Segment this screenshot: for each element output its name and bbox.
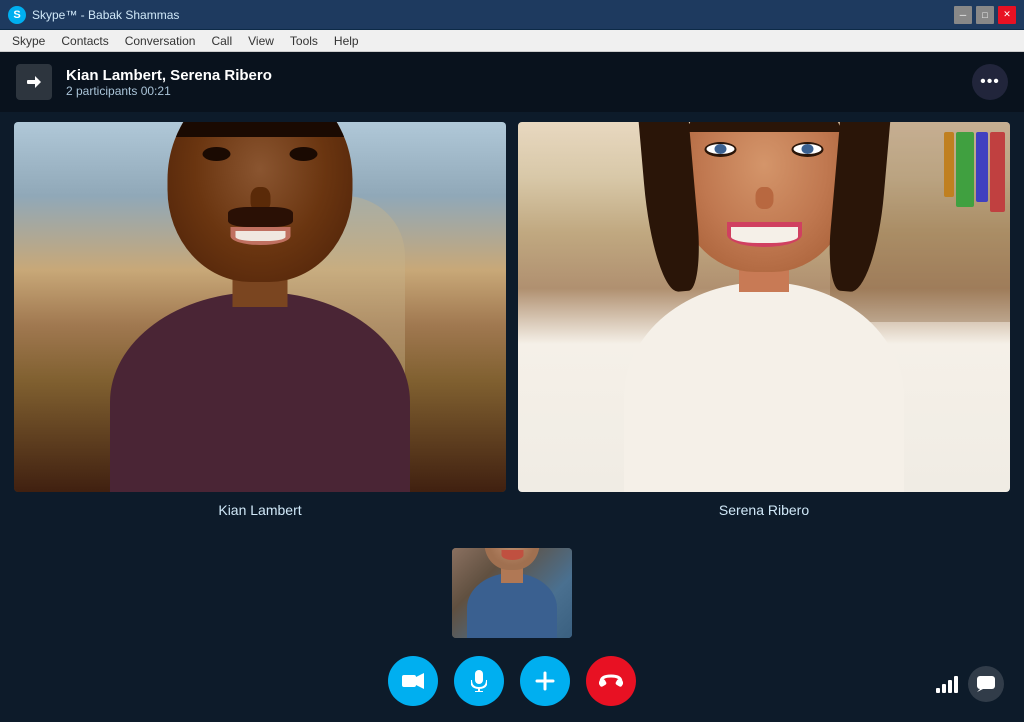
close-button[interactable]: ✕ — [998, 6, 1016, 24]
video-cell-serena: Serena Ribero — [518, 122, 1010, 518]
menu-view[interactable]: View — [240, 32, 282, 50]
video-label-kian: Kian Lambert — [218, 502, 301, 518]
call-container: Kian Lambert, Serena Ribero 2 participan… — [0, 52, 1024, 722]
chat-button[interactable] — [968, 666, 1004, 702]
window-title: Skype™ - Babak Shammas — [32, 8, 179, 22]
exit-button[interactable] — [16, 64, 52, 100]
menu-bar: Skype Contacts Conversation Call View To… — [0, 30, 1024, 52]
more-options-button[interactable]: ••• — [972, 64, 1008, 100]
menu-help[interactable]: Help — [326, 32, 367, 50]
maximize-button[interactable]: □ — [976, 6, 994, 24]
add-icon — [535, 671, 555, 691]
chat-icon — [977, 676, 995, 692]
menu-contacts[interactable]: Contacts — [53, 32, 116, 50]
exit-icon — [25, 73, 43, 91]
title-bar-left: S Skype™ - Babak Shammas — [8, 6, 179, 24]
window-controls: ─ □ ✕ — [954, 6, 1016, 24]
self-view-thumbnail — [452, 548, 572, 638]
signal-bar-2 — [942, 684, 946, 693]
call-header-left: Kian Lambert, Serena Ribero 2 participan… — [16, 64, 272, 100]
title-bar: S Skype™ - Babak Shammas ─ □ ✕ — [0, 0, 1024, 30]
call-participants-title: Kian Lambert, Serena Ribero — [66, 67, 272, 84]
skype-logo: S — [8, 6, 26, 24]
bottom-area — [0, 542, 1024, 722]
signal-strength-icon — [936, 675, 958, 693]
video-icon — [402, 673, 424, 689]
video-cell-kian: Kian Lambert — [14, 122, 506, 518]
menu-skype[interactable]: Skype — [4, 32, 53, 50]
add-participant-button[interactable] — [520, 656, 570, 706]
video-toggle-button[interactable] — [388, 656, 438, 706]
video-label-serena: Serena Ribero — [719, 502, 809, 518]
call-controls — [388, 656, 636, 706]
video-frame-kian — [14, 122, 506, 492]
signal-bar-3 — [948, 680, 952, 693]
video-frame-serena — [518, 122, 1010, 492]
call-info-subtitle: 2 participants 00:21 — [66, 84, 272, 98]
call-header: Kian Lambert, Serena Ribero 2 participan… — [0, 52, 1024, 112]
call-names: Kian Lambert, Serena Ribero 2 participan… — [66, 67, 272, 98]
end-call-button[interactable] — [586, 656, 636, 706]
end-call-icon — [599, 674, 623, 688]
mic-icon — [471, 670, 487, 692]
video-grid: Kian Lambert — [0, 112, 1024, 542]
menu-call[interactable]: Call — [203, 32, 240, 50]
status-icons — [936, 666, 1004, 702]
minimize-button[interactable]: ─ — [954, 6, 972, 24]
signal-bar-4 — [954, 676, 958, 693]
signal-bar-1 — [936, 688, 940, 693]
mic-toggle-button[interactable] — [454, 656, 504, 706]
menu-conversation[interactable]: Conversation — [117, 32, 204, 50]
menu-tools[interactable]: Tools — [282, 32, 326, 50]
